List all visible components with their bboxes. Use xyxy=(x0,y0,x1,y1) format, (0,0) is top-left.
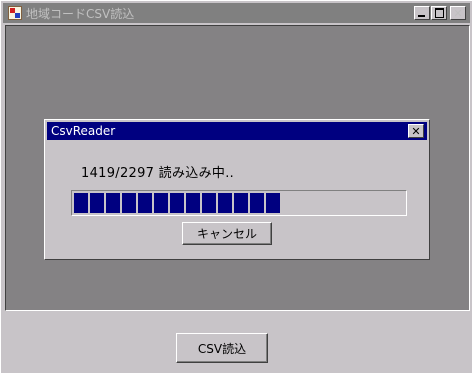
window-titlebar[interactable]: 地域コードCSV読込 ✕ xyxy=(3,3,470,23)
app-icon[interactable] xyxy=(8,6,22,20)
progress-block xyxy=(122,193,136,213)
progress-block xyxy=(154,193,168,213)
close-icon[interactable]: ✕ xyxy=(450,6,466,20)
progress-block xyxy=(106,193,120,213)
csv-read-button[interactable]: CSV読込 xyxy=(176,333,268,363)
progress-status-text: 1419/2297 読み込み中‥ xyxy=(81,166,235,181)
progress-block xyxy=(138,193,152,213)
progress-bar xyxy=(71,190,407,216)
progress-block xyxy=(218,193,232,213)
progress-block xyxy=(90,193,104,213)
cancel-button[interactable]: キャンセル xyxy=(182,222,272,245)
progress-block xyxy=(74,193,88,213)
window-title: 地域コードCSV読込 xyxy=(26,6,135,21)
progress-block xyxy=(234,193,248,213)
minimize-icon[interactable] xyxy=(414,6,430,20)
progress-block xyxy=(250,193,264,213)
progress-block xyxy=(266,193,280,213)
dialog-titlebar[interactable]: CsvReader ✕ xyxy=(47,122,427,140)
main-window: 地域コードCSV読込 ✕ CsvReader ✕ 1419/2297 読み込み中… xyxy=(0,0,472,373)
progress-dialog: CsvReader ✕ 1419/2297 読み込み中‥ キャンセル xyxy=(44,119,430,260)
maximize-icon[interactable] xyxy=(431,6,447,20)
progress-block xyxy=(186,193,200,213)
progress-bar-fill xyxy=(74,193,404,213)
dialog-close-icon[interactable]: ✕ xyxy=(408,124,424,138)
progress-block xyxy=(170,193,184,213)
window-controls: ✕ xyxy=(413,6,466,20)
progress-block xyxy=(202,193,216,213)
dialog-title: CsvReader xyxy=(51,124,116,138)
